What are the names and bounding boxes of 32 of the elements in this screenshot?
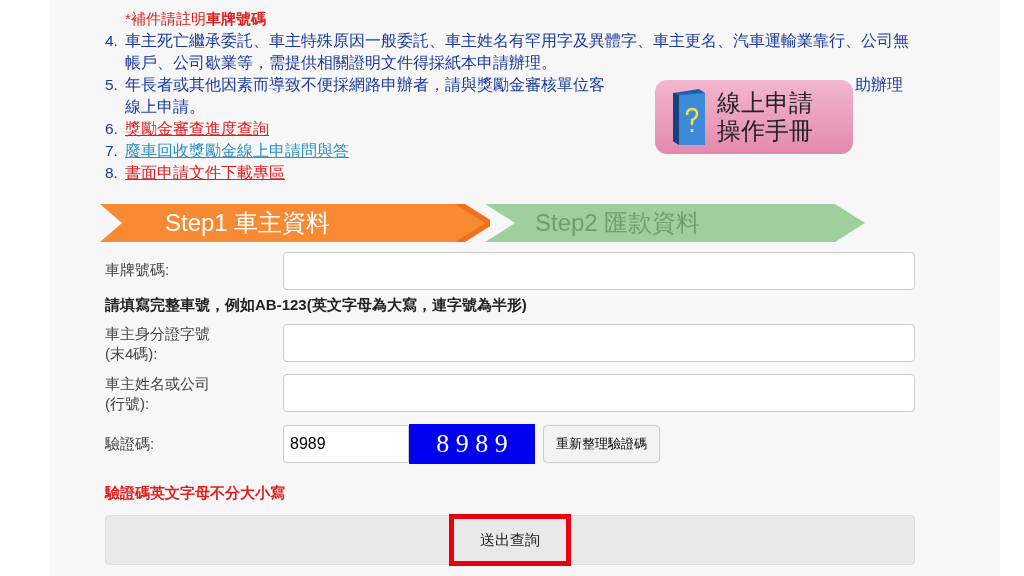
input-field[interactable] bbox=[283, 252, 915, 290]
warning-text: 驗證碼英文字母不分大小寫 bbox=[105, 484, 286, 503]
captcha-image: 8 9 8 9 bbox=[409, 424, 535, 464]
refresh-button[interactable]: 重新整理驗證碼 bbox=[543, 425, 660, 463]
manual-button[interactable]: 線上申請 操作手冊 bbox=[655, 80, 853, 154]
link[interactable]: 廢車回收獎勵金線上申請問與答 bbox=[125, 142, 349, 159]
list-text: 年長者或其他因素而導致不便採網路申辦者，請與獎勵金審核單位客 bbox=[125, 75, 605, 95]
note-text: *補件請註明車牌號碼 bbox=[125, 9, 267, 29]
list-text: 助辦理 bbox=[855, 75, 903, 95]
badge-text: 操作手冊 bbox=[717, 117, 813, 145]
hint-text: 請填寫完整車號，例如AB-123(英文字母為大寫，連字號為半形) bbox=[105, 296, 528, 315]
captcha-field[interactable]: 8989 bbox=[283, 425, 409, 463]
badge-text: 線上申請 bbox=[717, 89, 813, 117]
input-field[interactable] bbox=[283, 374, 915, 412]
field-label: (末4碼): bbox=[105, 344, 159, 364]
field-label: 車主姓名或公司 bbox=[105, 374, 211, 394]
step-arrow[interactable]: Step1 車主資料 bbox=[100, 204, 490, 242]
link[interactable]: 獎勵金審查進度查詢 bbox=[125, 120, 269, 137]
field-label: (行號): bbox=[105, 394, 151, 414]
list-number: 5. bbox=[105, 75, 119, 95]
field-label: 車主身分證字號 bbox=[105, 324, 211, 344]
list-number: 4. bbox=[105, 31, 119, 51]
field-label: 車牌號碼: bbox=[105, 260, 171, 280]
list-text: 線上申請。 bbox=[125, 98, 205, 115]
list-number: 8. bbox=[105, 163, 119, 183]
list-number: 6. bbox=[105, 119, 119, 139]
list-text: 車主死亡繼承委託、車主特殊原因一般委託、車主姓名有罕用字及異體字、車主更名、汽車運輸業靠行、公司無帳戶、公司歇業等，需提供相關證明文件得採紙本申請辦理。 bbox=[125, 31, 910, 73]
field-label: 驗證碼: bbox=[105, 434, 156, 454]
link[interactable]: 書面申請文件下載專區 bbox=[125, 164, 285, 181]
list-number: 7. bbox=[105, 141, 119, 161]
input-field[interactable] bbox=[283, 324, 915, 362]
submit-button[interactable]: 送出查詢 bbox=[449, 514, 571, 566]
